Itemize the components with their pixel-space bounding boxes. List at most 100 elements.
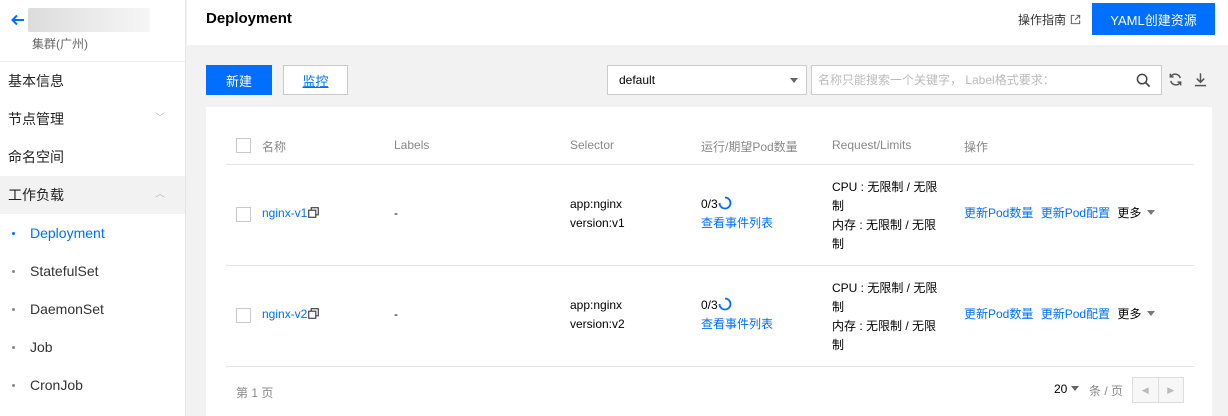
limits-line: CPU : 无限制 / 无限 — [832, 180, 938, 194]
row-checkbox[interactable] — [236, 308, 251, 323]
column-header-pods: 运行/期望Pod数量 — [701, 140, 798, 154]
deployment-table: 名称 Labels Selector 运行/期望Pod数量 Request/Li… — [206, 107, 1212, 416]
cluster-region: 集群(广州) — [32, 37, 88, 51]
external-link-icon — [1070, 14, 1081, 25]
sidebar-item-label: Job — [30, 339, 53, 355]
actions-cell: 更新Pod数量 更新Pod配置 更多 — [964, 305, 1156, 324]
labels-cell: - — [394, 206, 398, 220]
sidebar: 集群(广州) 基本信息 节点管理 ﹀ 命名空间 工作负载 ︿ Deploymen… — [0, 0, 186, 416]
pods-cell: 0/3 查看事件列表 — [701, 195, 773, 233]
sidebar-item-label: CronJob — [30, 377, 83, 393]
sidebar-item-daemonset[interactable]: DaemonSet — [0, 290, 185, 328]
new-button[interactable]: 新建 — [206, 65, 272, 95]
monitor-button[interactable]: 监控 — [283, 65, 348, 95]
guide-link[interactable]: 操作指南 — [1018, 11, 1081, 28]
row-divider — [226, 366, 1194, 367]
caret-down-icon — [790, 78, 798, 83]
page-title: Deployment — [206, 10, 292, 27]
page-info: 第 1 页 — [236, 386, 274, 400]
next-page-button[interactable]: ▶ — [1158, 378, 1183, 402]
page-size-value: 20 — [1054, 382, 1068, 396]
more-dropdown[interactable]: 更多 — [1117, 206, 1156, 220]
search-box[interactable] — [811, 65, 1162, 95]
page-header: Deployment 操作指南 YAML创建资源 — [187, 0, 1228, 45]
caret-down-icon — [1147, 311, 1156, 316]
column-header-name: 名称 — [262, 140, 287, 154]
namespace-value: default — [619, 73, 656, 87]
sidebar-item-label: StatefulSet — [30, 263, 99, 279]
sidebar-item-label: 节点管理 — [8, 111, 64, 127]
update-pod-count-link[interactable]: 更新Pod数量 — [964, 206, 1033, 220]
selector-line: app:nginx — [570, 197, 623, 211]
sidebar-item-workload[interactable]: 工作负载 ︿ — [0, 176, 185, 214]
caret-right-icon: ▶ — [1167, 384, 1175, 395]
more-label: 更多 — [1117, 307, 1142, 321]
copy-icon[interactable] — [308, 308, 320, 319]
update-pod-config-link[interactable]: 更新Pod配置 — [1041, 307, 1110, 321]
sidebar-item-basic-info[interactable]: 基本信息 — [0, 62, 185, 100]
search-input[interactable] — [812, 66, 1132, 94]
namespace-select[interactable]: default — [607, 65, 807, 95]
sidebar-item-label: Deployment — [30, 225, 105, 241]
sidebar-item-deployment[interactable]: Deployment — [0, 214, 185, 252]
chevron-up-icon: ︿ — [155, 189, 165, 200]
selector-cell: app:nginx version:v2 — [570, 296, 625, 334]
sidebar-item-label: DaemonSet — [30, 301, 104, 317]
more-label: 更多 — [1117, 206, 1142, 220]
sidebar-item-cronjob[interactable]: CronJob — [0, 366, 185, 404]
pods-cell: 0/3 查看事件列表 — [701, 296, 773, 334]
refresh-icon[interactable] — [1168, 72, 1183, 87]
caret-left-icon: ◀ — [1141, 384, 1149, 395]
limits-line: 制 — [832, 338, 845, 352]
sidebar-item-namespace[interactable]: 命名空间 — [0, 138, 185, 176]
limits-line: 制 — [832, 300, 845, 314]
search-icon[interactable] — [1136, 73, 1151, 88]
actions-cell: 更新Pod数量 更新Pod配置 更多 — [964, 204, 1156, 223]
arrow-left-icon[interactable] — [10, 12, 26, 28]
update-pod-count-link[interactable]: 更新Pod数量 — [964, 307, 1033, 321]
limits-line: CPU : 无限制 / 无限 — [832, 281, 938, 295]
more-dropdown[interactable]: 更多 — [1117, 307, 1156, 321]
selector-line: app:nginx — [570, 298, 623, 312]
sidebar-item-job[interactable]: Job — [0, 328, 185, 366]
loading-spinner-icon — [718, 297, 732, 311]
column-header-request-limits: Request/Limits — [832, 138, 912, 152]
deployment-name-cell: nginx-v1 — [262, 204, 320, 223]
page-size-select[interactable]: 20 — [1054, 382, 1080, 396]
row-divider — [226, 265, 1194, 266]
view-events-link[interactable]: 查看事件列表 — [701, 315, 773, 334]
request-limits-cell: CPU : 无限制 / 无限 制 内存 : 无限制 / 无限 制 — [832, 178, 937, 254]
limits-line: 制 — [832, 199, 845, 213]
column-header-actions: 操作 — [964, 140, 989, 154]
deployment-name-link[interactable]: nginx-v2 — [262, 307, 307, 321]
deployment-name-link[interactable]: nginx-v1 — [262, 206, 307, 220]
limits-line: 内存 : 无限制 / 无限 — [832, 319, 937, 333]
prev-page-button[interactable]: ◀ — [1133, 378, 1159, 402]
row-checkbox[interactable] — [236, 207, 251, 222]
pager-buttons: ◀ ▶ — [1132, 377, 1184, 403]
cluster-name-redacted — [28, 8, 150, 32]
caret-down-icon — [1071, 386, 1080, 391]
column-header-labels: Labels — [394, 138, 430, 152]
yaml-create-button[interactable]: YAML创建资源 — [1092, 3, 1215, 35]
copy-icon[interactable] — [308, 207, 320, 218]
selector-line: version:v1 — [570, 216, 625, 230]
select-all-checkbox[interactable] — [236, 138, 251, 153]
sidebar-item-node-management[interactable]: 节点管理 ﹀ — [0, 100, 185, 138]
deployment-name-cell: nginx-v2 — [262, 305, 320, 324]
download-icon[interactable] — [1193, 72, 1208, 87]
selector-line: version:v2 — [570, 317, 625, 331]
selector-cell: app:nginx version:v1 — [570, 195, 625, 233]
update-pod-config-link[interactable]: 更新Pod配置 — [1041, 206, 1110, 220]
header-divider — [226, 164, 1194, 165]
sidebar-item-statefulset[interactable]: StatefulSet — [0, 252, 185, 290]
sidebar-item-label: 基本信息 — [8, 73, 64, 89]
view-events-link[interactable]: 查看事件列表 — [701, 214, 773, 233]
column-header-selector: Selector — [570, 138, 615, 152]
page-size-unit: 条 / 页 — [1089, 384, 1124, 398]
labels-cell: - — [394, 307, 398, 321]
sidebar-item-label: 工作负载 — [8, 187, 64, 203]
pod-count: 0/3 — [701, 298, 718, 312]
loading-spinner-icon — [718, 196, 732, 210]
limits-line: 制 — [832, 237, 845, 251]
